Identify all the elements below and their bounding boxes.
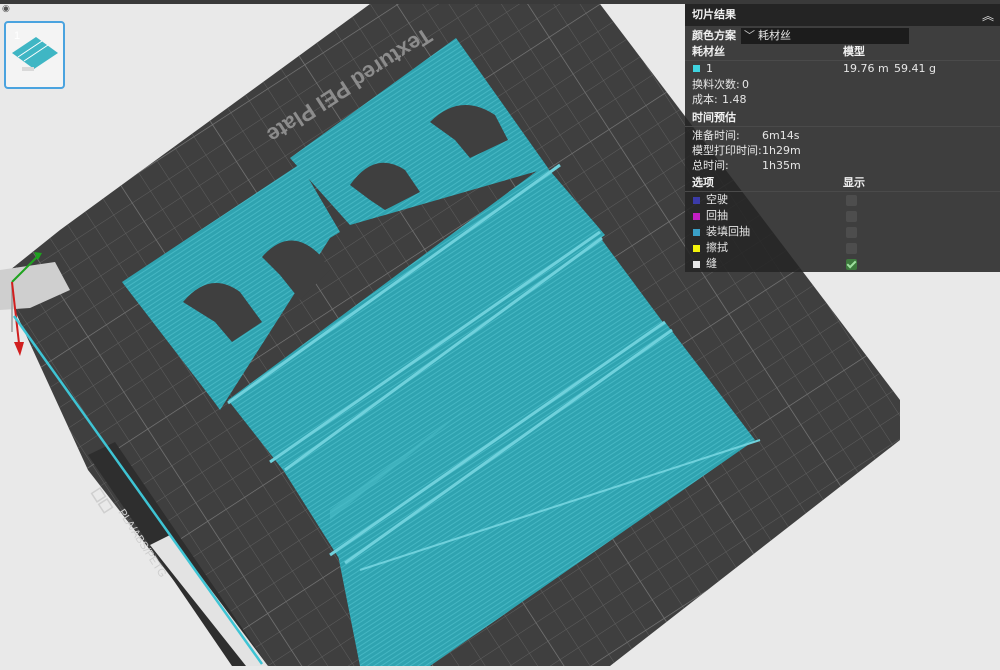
filament-header: 耗材丝 bbox=[692, 45, 725, 58]
filament-length: 19.76 m bbox=[843, 62, 889, 75]
chevron-down-icon: ﹀ bbox=[744, 29, 755, 42]
option-label-deretract: 装填回抽 bbox=[706, 225, 750, 238]
cost-value: 1.48 bbox=[722, 93, 747, 106]
time-section-title: 时间预估 bbox=[692, 111, 736, 124]
option-swatch-travel bbox=[693, 197, 700, 204]
option-swatch-seam bbox=[693, 261, 700, 268]
prep-time-label: 准备时间: bbox=[692, 129, 740, 142]
filament-weight: 59.41 g bbox=[894, 62, 936, 75]
filament-color-swatch bbox=[693, 65, 700, 72]
divider bbox=[685, 191, 1000, 192]
slice-result-panel: 切片结果 ︽ 颜色方案 ﹀ 耗材丝 耗材丝 模型 1 19.76 m 59.41… bbox=[685, 4, 1000, 272]
option-swatch-deretract bbox=[693, 229, 700, 236]
changes-value: 0 bbox=[742, 78, 749, 91]
option-checkbox-deretract[interactable] bbox=[846, 227, 857, 238]
print-time-value: 1h29m bbox=[762, 144, 801, 157]
option-label-seam: 缝 bbox=[706, 257, 717, 270]
plate-number: 1 bbox=[14, 30, 21, 42]
option-label-travel: 空驶 bbox=[706, 193, 728, 206]
option-swatch-wipe bbox=[693, 245, 700, 252]
changes-label: 换料次数: bbox=[692, 78, 740, 91]
color-scheme-label: 颜色方案 bbox=[692, 29, 736, 42]
total-time-value: 1h35m bbox=[762, 159, 801, 172]
collapse-icon[interactable]: ︽ bbox=[982, 7, 994, 24]
prep-time-value: 6m14s bbox=[762, 129, 800, 142]
panel-title: 切片结果 bbox=[692, 8, 736, 21]
option-checkbox-retract[interactable] bbox=[846, 211, 857, 222]
total-time-label: 总时间: bbox=[692, 159, 729, 172]
cost-label: 成本: bbox=[692, 93, 718, 106]
option-checkbox-wipe[interactable] bbox=[846, 243, 857, 254]
model-header: 模型 bbox=[843, 45, 865, 58]
divider bbox=[685, 60, 1000, 61]
panel-header: 切片结果 ︽ bbox=[685, 4, 1000, 26]
eye-icon[interactable]: ◉ bbox=[2, 5, 10, 14]
options-header: 选项 bbox=[692, 176, 714, 189]
option-checkbox-seam[interactable] bbox=[846, 259, 857, 270]
filament-id: 1 bbox=[706, 62, 713, 75]
option-label-retract: 回抽 bbox=[706, 209, 728, 222]
divider bbox=[685, 126, 1000, 127]
color-scheme-value: 耗材丝 bbox=[758, 29, 791, 42]
option-checkbox-travel[interactable] bbox=[846, 195, 857, 206]
print-time-label: 模型打印时间: bbox=[692, 144, 762, 157]
option-label-wipe: 擦拭 bbox=[706, 241, 728, 254]
plate-thumbnail[interactable]: 1 bbox=[4, 21, 65, 89]
color-scheme-dropdown[interactable]: ﹀ 耗材丝 bbox=[741, 28, 909, 44]
option-swatch-retract bbox=[693, 213, 700, 220]
display-header: 显示 bbox=[843, 176, 865, 189]
